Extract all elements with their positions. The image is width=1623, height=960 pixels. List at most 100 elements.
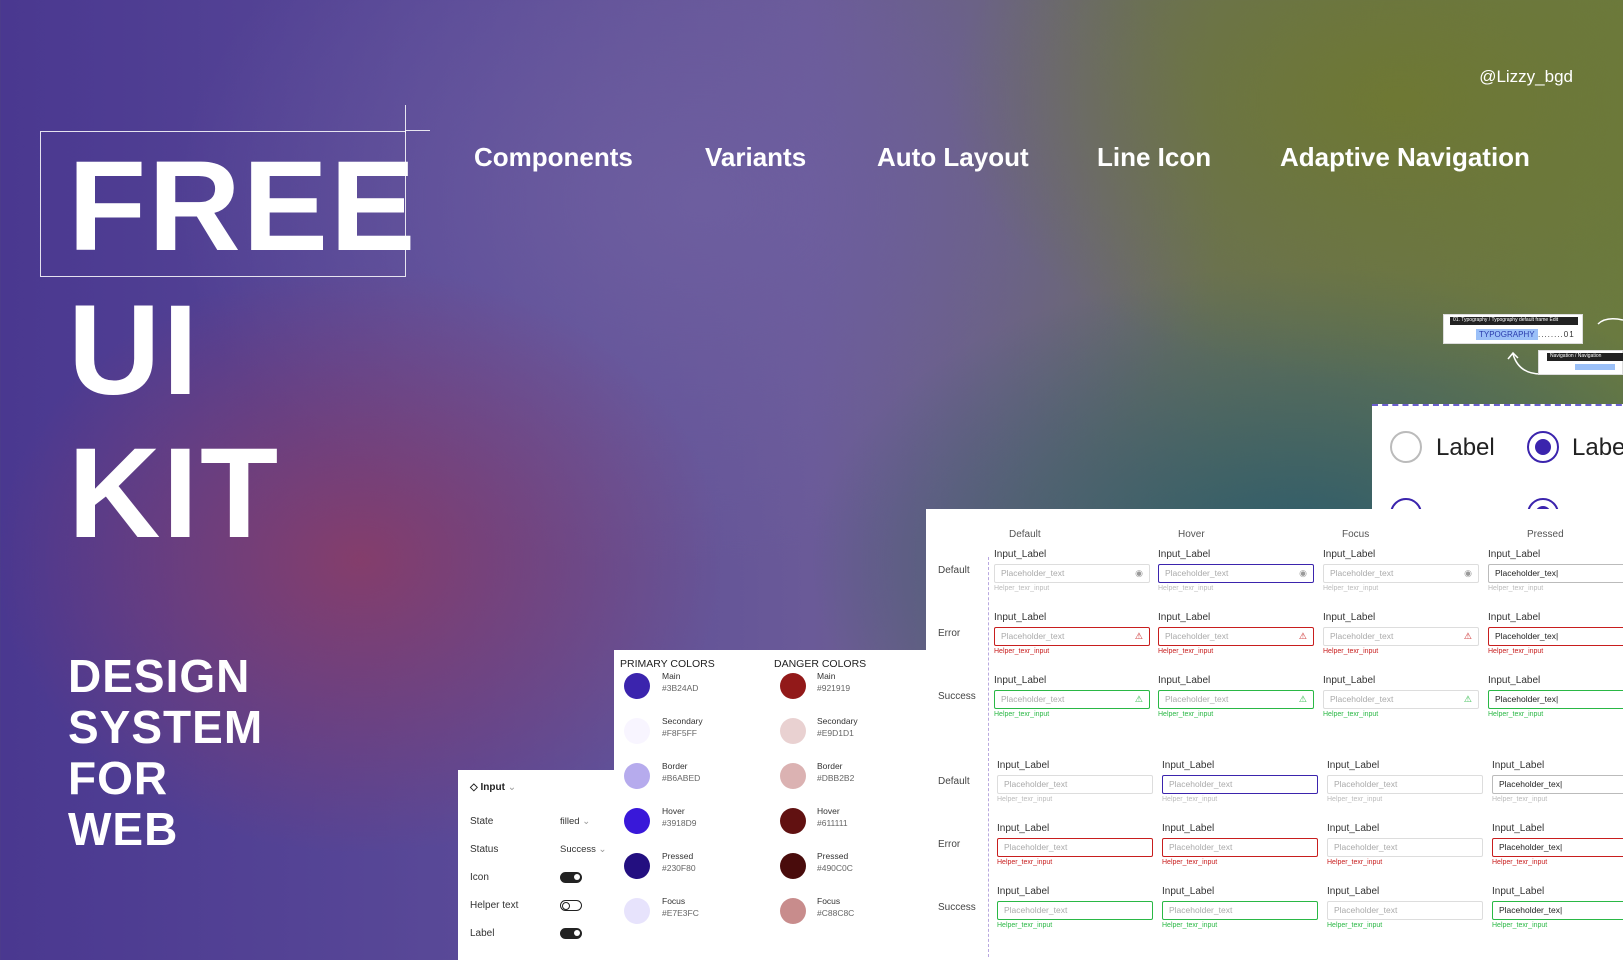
- danger-swatch-pressed: [780, 853, 806, 879]
- input-box[interactable]: Placeholder_text ⚠: [994, 627, 1150, 646]
- input-box[interactable]: Placeholder_text ⚠: [1158, 627, 1314, 646]
- input-field-success: Input_Label Placeholder_text Helper_texr_i…: [1162, 886, 1318, 929]
- input-field-default: Input_Label Placeholder_text Helper_texr_i…: [1162, 760, 1318, 803]
- input-label: Input_Label: [997, 760, 1050, 771]
- warning-icon: ⚠: [1134, 631, 1143, 641]
- helper-text: Helper_texr_input: [1323, 648, 1379, 655]
- helper-text: Helper_texr_input: [997, 796, 1053, 803]
- input-field-success: Input_Label Placeholder_text ⚠ Helper_texr_…: [1323, 675, 1479, 718]
- radio-label: Label: [1436, 434, 1495, 461]
- swatch-name: Hover: [817, 806, 840, 816]
- label-toggle[interactable]: [560, 928, 582, 939]
- input-box[interactable]: Placeholder_text ⚠: [1323, 627, 1479, 646]
- nav-line-icon[interactable]: Line Icon: [1097, 142, 1211, 173]
- input-box[interactable]: Placeholder_text: [997, 838, 1153, 857]
- input-box[interactable]: Placeholder_tex|: [1492, 775, 1623, 794]
- prop-helper-text: Helper text: [470, 900, 610, 911]
- helper-text: Helper_texr_input: [994, 648, 1050, 655]
- input-box[interactable]: Placeholder_text ⚠: [1158, 690, 1314, 709]
- state-select[interactable]: filled ⌄: [560, 816, 590, 827]
- component-title: ◇ Input ⌄: [470, 782, 517, 793]
- input-field-error: Input_Label Placeholder_text ⚠ Helper_texr_…: [994, 612, 1150, 655]
- inputs-states-panel: Default Hover Focus Pressed Default Input…: [926, 509, 1623, 960]
- input-field-error: Input_Label Placeholder_text Helper_texr_i…: [1162, 823, 1318, 866]
- input-box[interactable]: Placeholder_text ⚠: [994, 690, 1150, 709]
- input-box[interactable]: Placeholder_text ◉: [994, 564, 1150, 583]
- input-box[interactable]: Placeholder_text: [1327, 901, 1483, 920]
- prop-status: Status Success ⌄: [470, 844, 607, 855]
- input-label: Input_Label: [1158, 675, 1211, 686]
- swatch-name: Border: [662, 761, 688, 771]
- input-box[interactable]: Placeholder_text ◉: [1158, 564, 1314, 583]
- helper-text: Helper_texr_input: [1158, 585, 1214, 592]
- input-box[interactable]: Placeholder_text: [997, 901, 1153, 920]
- helper-text: Helper_texr_input: [1327, 859, 1383, 866]
- chevron-down-icon: ⌄: [598, 844, 607, 855]
- nav-variants[interactable]: Variants: [705, 142, 806, 173]
- swatch-hex: #921919: [817, 683, 851, 693]
- swatch-name: Border: [817, 761, 843, 771]
- swatch-name: Main: [662, 671, 681, 681]
- swatch-name: Focus: [817, 896, 841, 906]
- swatch-hex: #F8F5FF: [662, 728, 697, 738]
- primary-swatch-hover: [624, 808, 650, 834]
- hero-kit: KIT: [68, 422, 281, 565]
- input-box[interactable]: Placeholder_text: [1162, 838, 1318, 857]
- input-field-error: Input_Label Placeholder_text ⚠ Helper_texr_…: [1158, 612, 1314, 655]
- input-box[interactable]: Placeholder_text: [1327, 838, 1483, 857]
- nav-adaptive-navigation[interactable]: Adaptive Navigation: [1280, 142, 1530, 173]
- danger-swatch-focus: [780, 898, 806, 924]
- danger-swatch-secondary: [780, 718, 806, 744]
- input-field-error: Input_Label Placeholder_text Helper_texr_i…: [997, 823, 1153, 866]
- input-label: Input_Label: [1488, 612, 1541, 623]
- swatch-hex: #E7E3FC: [662, 908, 699, 918]
- input-box[interactable]: Placeholder_tex|: [1488, 690, 1623, 709]
- helper-text: Helper_texr_input: [1492, 859, 1548, 866]
- frame-handle-line: [405, 130, 430, 131]
- primary-colors-heading: PRIMARY COLORS: [620, 658, 715, 670]
- helper-text: Helper_texr_input: [1323, 585, 1379, 592]
- input-box[interactable]: Placeholder_tex|: [1492, 901, 1623, 920]
- row-title-default: Default: [938, 776, 970, 787]
- input-box[interactable]: Placeholder_tex|: [1492, 838, 1623, 857]
- input-box[interactable]: Placeholder_tex|: [1488, 564, 1623, 583]
- icon-toggle[interactable]: [560, 872, 582, 883]
- primary-swatch-main: [624, 673, 650, 699]
- input-box[interactable]: Placeholder_text: [1162, 901, 1318, 920]
- input-label: Input_Label: [994, 549, 1047, 560]
- status-select[interactable]: Success ⌄: [560, 844, 607, 855]
- nav-auto-layout[interactable]: Auto Layout: [877, 142, 1029, 173]
- input-field-error: Input_Label Placeholder_tex| Helper_texr_i…: [1488, 612, 1623, 655]
- eye-icon: ◉: [1464, 568, 1472, 578]
- row-title-error: Error: [938, 839, 961, 850]
- danger-swatch-main: [780, 673, 806, 699]
- subtitle-line: DESIGN: [68, 650, 251, 702]
- input-label: Input_Label: [1323, 675, 1376, 686]
- input-box[interactable]: Placeholder_text ◉: [1323, 564, 1479, 583]
- input-box[interactable]: Placeholder_text: [997, 775, 1153, 794]
- radio-unchecked[interactable]: [1390, 431, 1422, 463]
- input-box[interactable]: Placeholder_tex|: [1488, 627, 1623, 646]
- input-box[interactable]: Placeholder_text: [1162, 775, 1318, 794]
- curved-arrow-icon: [1597, 318, 1623, 325]
- helper-text-toggle[interactable]: [560, 900, 582, 911]
- input-properties-panel: ◇ Input ⌄ State filled ⌄ Status Success …: [458, 770, 614, 960]
- input-label: Input_Label: [1492, 760, 1545, 771]
- input-box[interactable]: Placeholder_text ⚠: [1323, 690, 1479, 709]
- input-label: Input_Label: [1162, 823, 1215, 834]
- primary-swatch-focus: [624, 898, 650, 924]
- navigation-preview-header: Navigation / Navigation: [1547, 353, 1623, 361]
- row-title-success: Success: [938, 902, 976, 913]
- warning-icon: ⚠: [1463, 631, 1472, 641]
- input-field-success: Input_Label Placeholder_text ⚠ Helper_texr_…: [994, 675, 1150, 718]
- eye-icon: ◉: [1135, 568, 1143, 578]
- input-box[interactable]: Placeholder_text: [1327, 775, 1483, 794]
- input-field-success: Input_Label Placeholder_text ⚠ Helper_texr_…: [1158, 675, 1314, 718]
- nav-components[interactable]: Components: [474, 142, 633, 173]
- helper-text: Helper_texr_input: [1323, 711, 1379, 718]
- swatch-hex: #B6ABED: [662, 773, 701, 783]
- swatch-name: Secondary: [817, 716, 858, 726]
- radio-checked[interactable]: [1527, 431, 1559, 463]
- input-label: Input_Label: [1492, 823, 1545, 834]
- helper-text: Helper_texr_input: [994, 711, 1050, 718]
